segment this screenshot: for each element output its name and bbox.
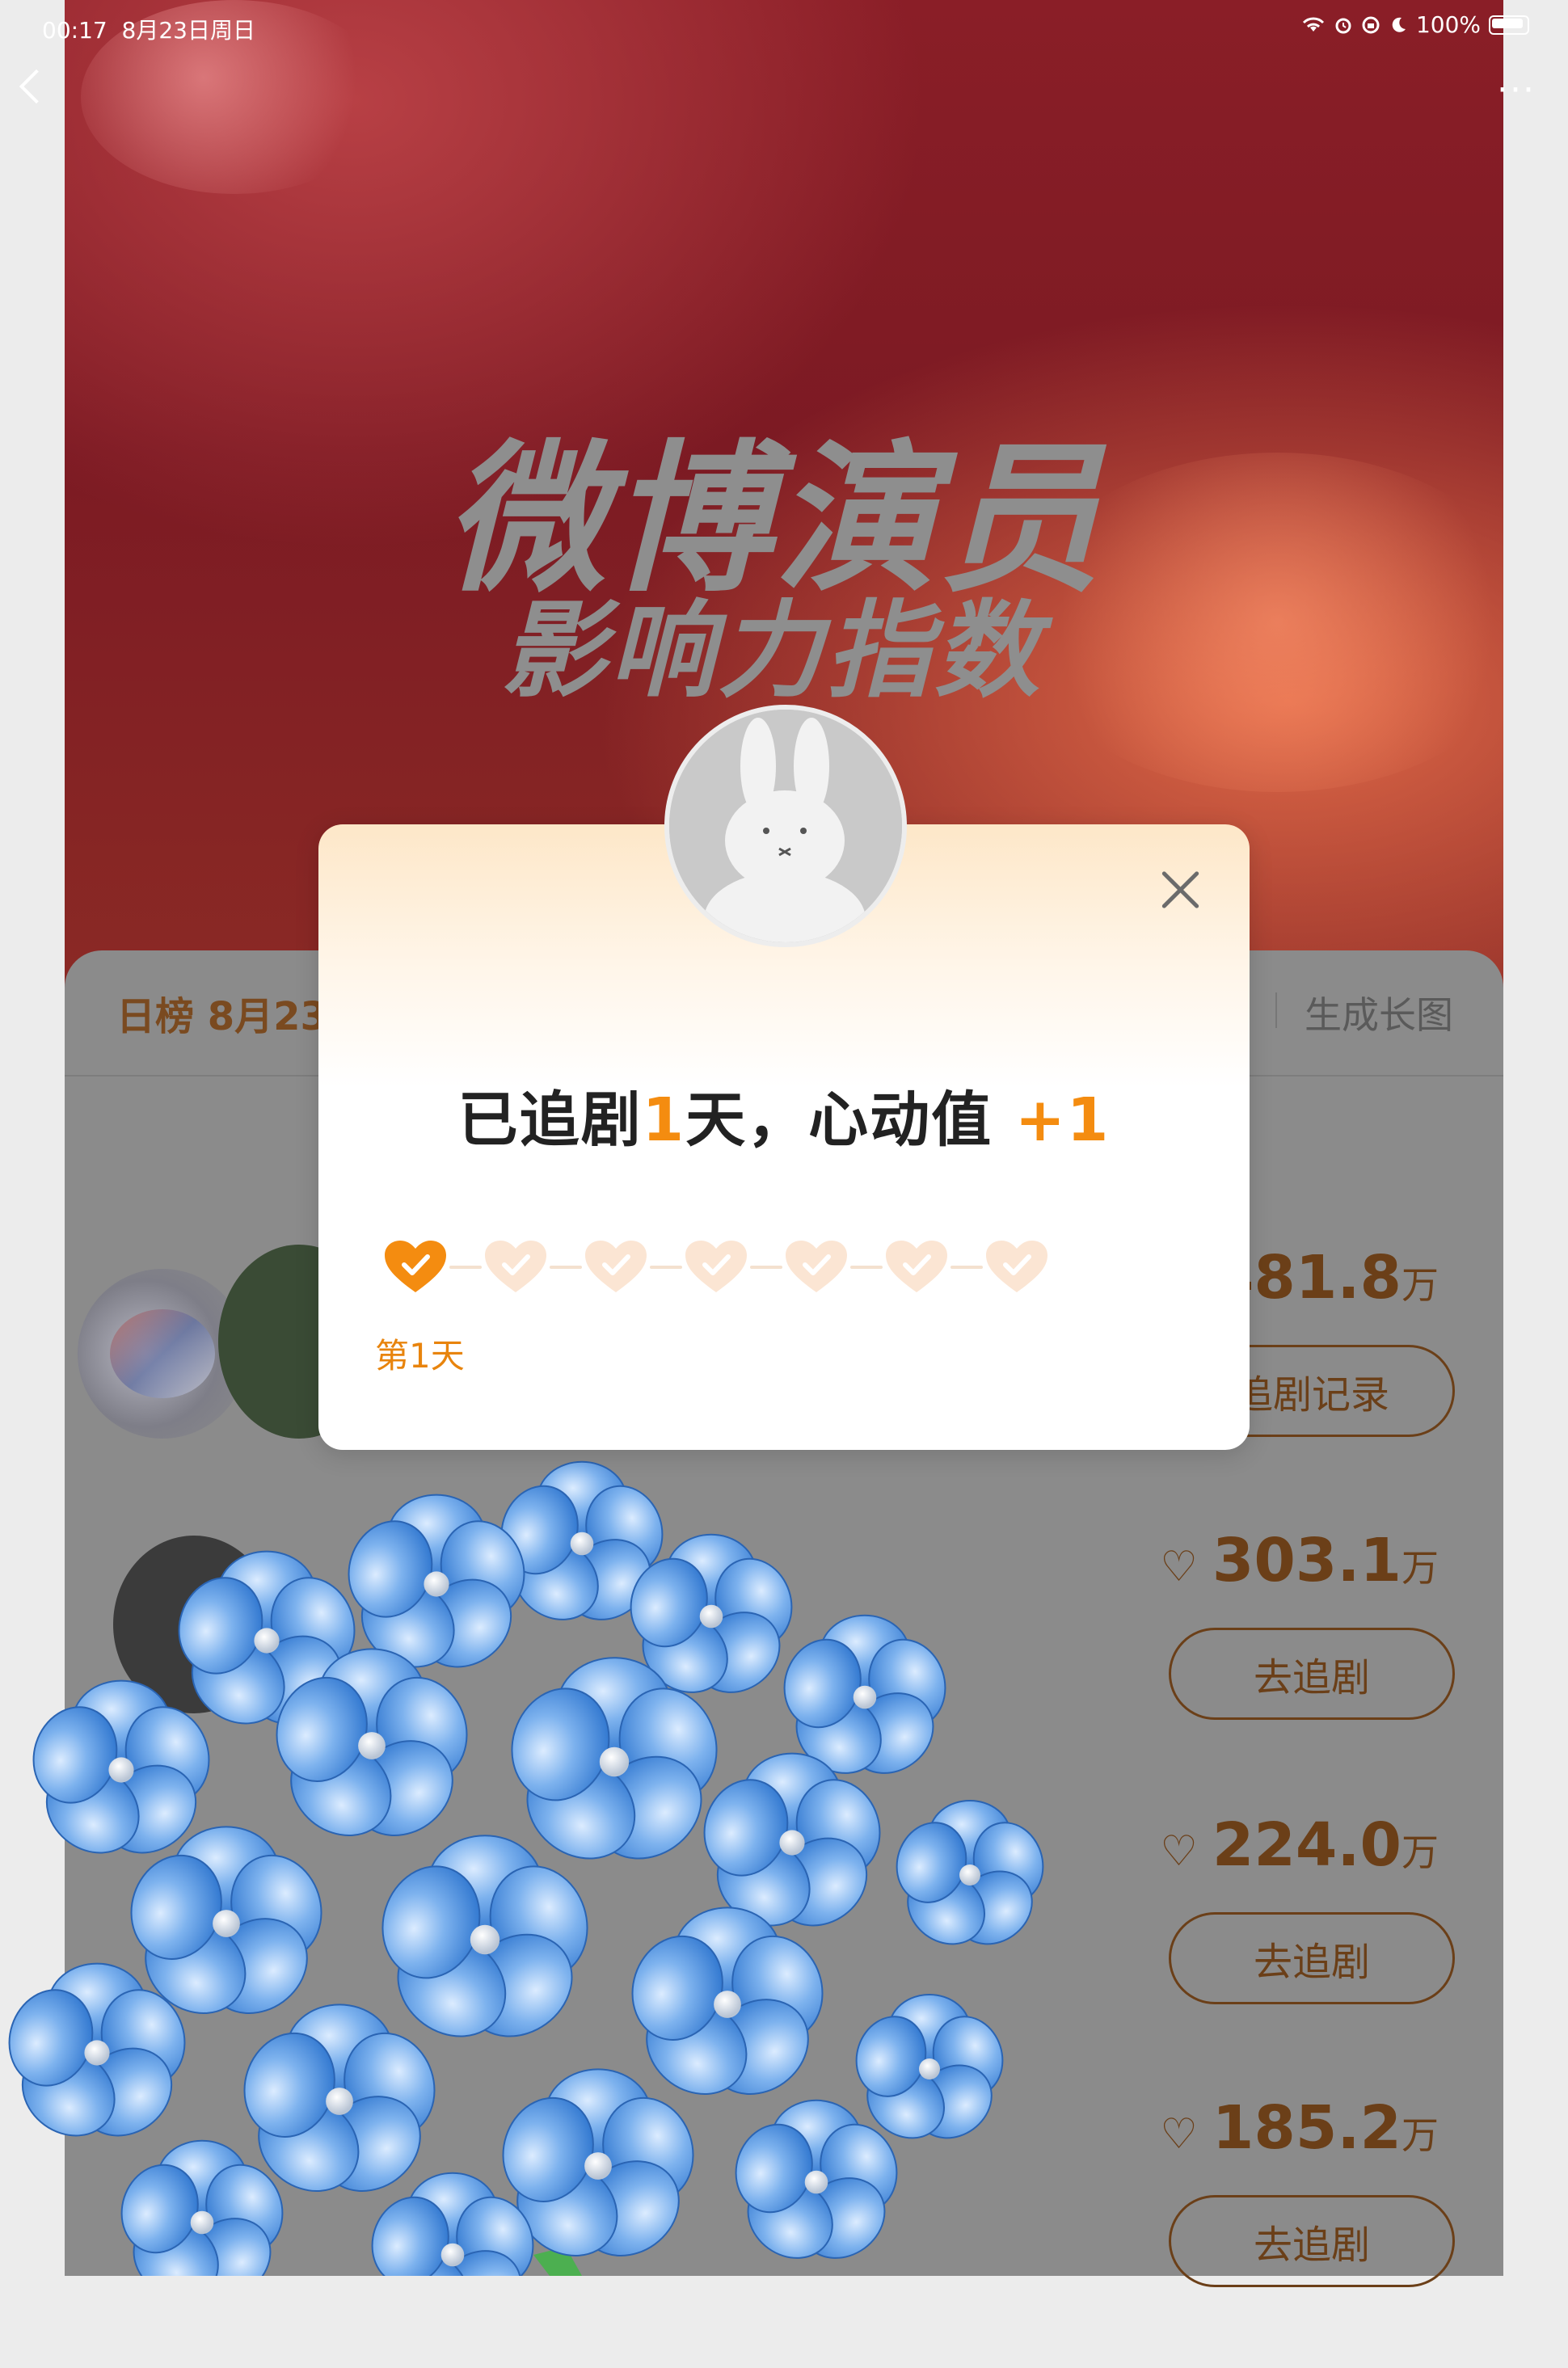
- heart-value-plus: +1: [1014, 1085, 1111, 1155]
- unchecked-heart-icon: [585, 1241, 647, 1292]
- lock-rotation-icon: [1362, 16, 1380, 33]
- heart-icon: ♡: [1160, 2110, 1198, 2159]
- close-icon[interactable]: [1157, 866, 1203, 912]
- score-unit: 万: [1402, 1263, 1439, 1307]
- score-value: 185.2: [1212, 2093, 1402, 2163]
- flower-bouquet-sticker: [8, 1460, 1044, 2276]
- unchecked-heart-icon: [786, 1241, 847, 1292]
- progress-connector: [449, 1266, 482, 1269]
- tab-daily[interactable]: 日榜 8月23: [116, 984, 327, 1041]
- unchecked-heart-icon: [485, 1241, 546, 1292]
- balloon-flower: [735, 2099, 898, 2259]
- progress-connector: [950, 1266, 983, 1269]
- generate-long-image-button[interactable]: 生成长图: [1305, 986, 1453, 1039]
- status-icons: 100%: [1301, 11, 1529, 38]
- score: ♡ 185.2 万: [1160, 2093, 1439, 2163]
- progress-connector: [550, 1266, 582, 1269]
- alarm-icon: [1335, 18, 1351, 33]
- checked-heart-icon: [385, 1241, 446, 1292]
- heart-icon: ♡: [1160, 1543, 1198, 1591]
- follow-button[interactable]: 去追剧: [1169, 2195, 1455, 2287]
- balloon-flower: [631, 1907, 824, 2095]
- unchecked-heart-icon: [886, 1241, 947, 1292]
- battery-icon: [1489, 15, 1529, 35]
- score-unit: 万: [1402, 2113, 1439, 2157]
- moon-icon: [1392, 17, 1406, 32]
- unchecked-heart-icon: [986, 1241, 1047, 1292]
- progress-connector: [750, 1266, 782, 1269]
- score-unit: 万: [1402, 1831, 1439, 1874]
- follow-button[interactable]: 去追剧: [1169, 1912, 1455, 2004]
- more-icon[interactable]: ···: [1497, 70, 1536, 111]
- checkin-progress: [383, 1238, 1049, 1296]
- progress-connector: [650, 1266, 682, 1269]
- day-label: 第1天: [375, 1336, 465, 1376]
- balloon-flower: [381, 1835, 588, 2037]
- checkin-message: 已追剧1天，心动值 +1: [318, 1072, 1250, 1158]
- user-avatar: [664, 705, 907, 947]
- status-time-date: 00:17 8月23日周日: [42, 13, 255, 45]
- score: ♡ 303.1 万: [1160, 1526, 1439, 1595]
- status-time: 00:17: [42, 17, 107, 44]
- status-date: 8月23日周日: [121, 17, 255, 44]
- follow-button[interactable]: 去追剧: [1169, 1628, 1455, 1720]
- bunny-avatar-icon: [669, 710, 902, 942]
- score-value: 303.1: [1212, 1526, 1402, 1595]
- msg-middle: 天，心动值: [685, 1085, 993, 1155]
- status-bar: 00:17 8月23日周日 100%: [0, 0, 1568, 52]
- progress-connector: [850, 1266, 883, 1269]
- msg-prefix: 已追剧: [457, 1085, 643, 1155]
- hero-subtitle: 影响力指数: [501, 589, 1043, 712]
- heart-icon: ♡: [1160, 1827, 1198, 1876]
- back-icon[interactable]: [19, 69, 54, 104]
- unchecked-heart-icon: [685, 1241, 747, 1292]
- balloon-flower: [896, 1800, 1044, 1945]
- wifi-icon: [1302, 17, 1324, 32]
- days-count: 1: [642, 1085, 686, 1155]
- score-value: 224.0: [1212, 1810, 1402, 1880]
- divider: [1275, 992, 1277, 1028]
- battery-percent: 100%: [1415, 11, 1481, 38]
- score: ♡ 224.0 万: [1160, 1810, 1439, 1880]
- score-unit: 万: [1402, 1546, 1439, 1590]
